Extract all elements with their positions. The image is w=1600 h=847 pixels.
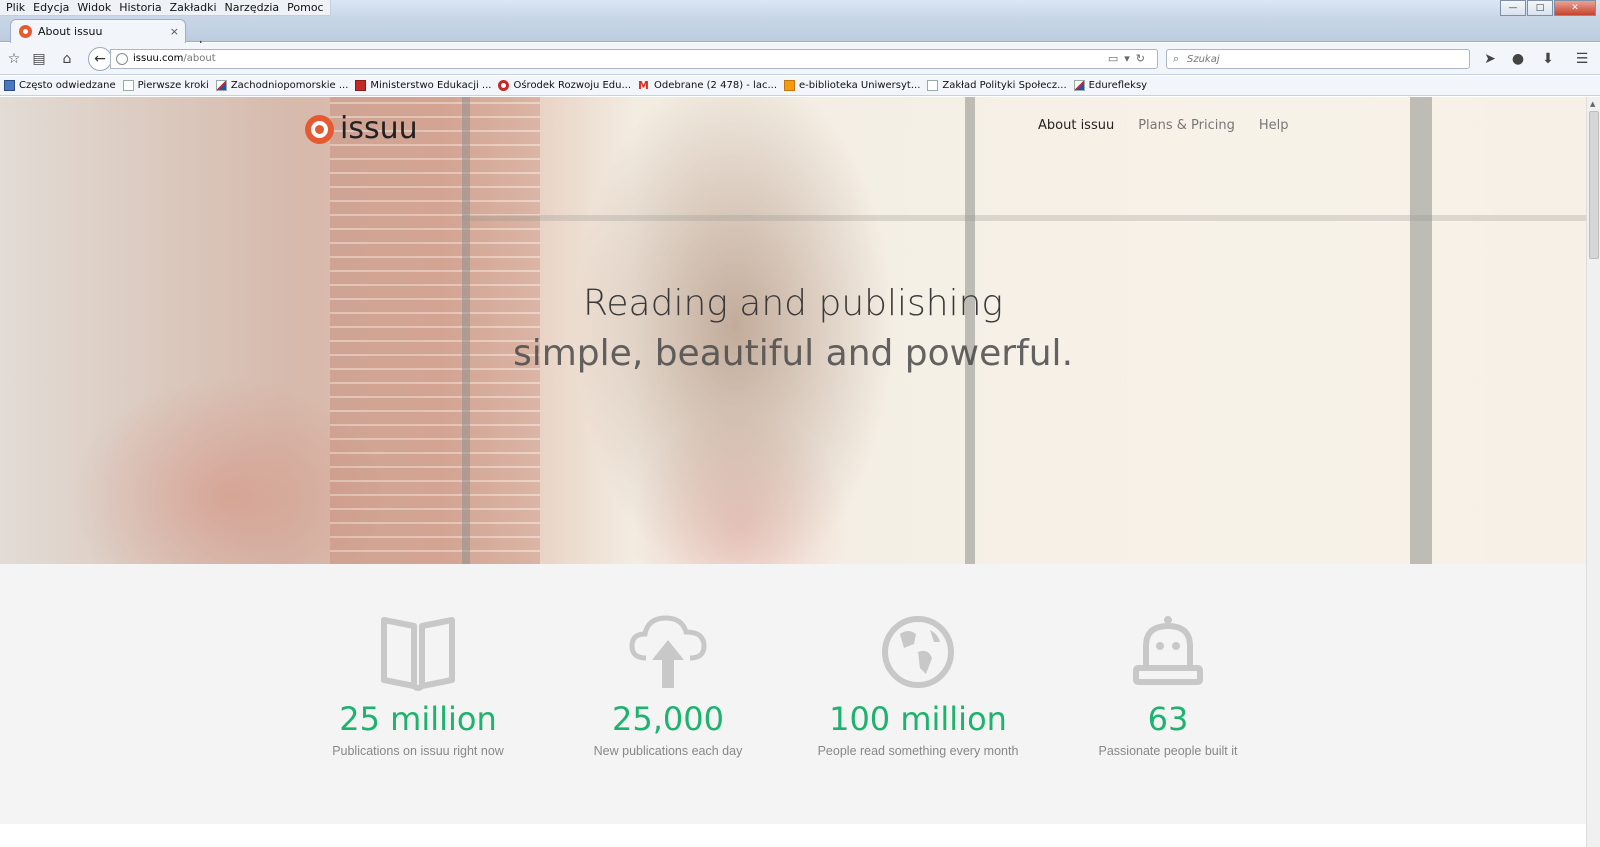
hero-headline: Reading and publishing simple, beautiful…	[0, 279, 1586, 379]
bookmark-label: Ministerstwo Edukacji ...	[370, 80, 492, 91]
menu-bar: Plik Edycja Widok Historia Zakładki Narz…	[0, 0, 331, 16]
menu-narzedzia[interactable]: Narzędzia	[221, 1, 284, 14]
back-arrow-icon: ←	[94, 51, 106, 67]
menu-edycja[interactable]: Edycja	[29, 1, 73, 14]
globe-icon	[882, 616, 954, 688]
globe-icon	[116, 53, 128, 65]
stat-label: Publications on issuu right now	[332, 744, 504, 758]
search-icon: ⌕	[1173, 52, 1180, 65]
clipboard-icon[interactable]: ▤	[29, 49, 49, 69]
tab-strip: About issuu × +	[0, 16, 1600, 55]
url-actions: ▭▾↻	[1108, 52, 1151, 65]
bookmark-label: Często odwiedzane	[19, 80, 116, 91]
stat-label: People read something every month	[817, 744, 1019, 758]
vertical-scrollbar[interactable]: ▲	[1586, 97, 1600, 847]
stats-section: 25 million Publications on issuu right n…	[0, 564, 1586, 824]
url-host: issuu.com	[133, 53, 184, 64]
maximize-button[interactable]: □	[1527, 0, 1553, 16]
send-icon[interactable]: ➤	[1480, 49, 1500, 69]
library-icon	[784, 80, 795, 91]
headline-line2: simple, beautiful and powerful.	[512, 333, 1074, 374]
page-icon	[122, 80, 134, 91]
reload-icon[interactable]: ↻	[1136, 52, 1151, 65]
bookmark-label: Pierwsze kroki	[137, 80, 209, 91]
stat-value: 100 million	[829, 700, 1007, 738]
url-path: /about	[183, 53, 216, 64]
bookmarks-toolbar: Często odwiedzane Pierwsze kroki Zachodn…	[0, 76, 1600, 96]
stat-value: 25,000	[612, 700, 724, 738]
menu-widok[interactable]: Widok	[73, 1, 115, 14]
bookmark-label: Zachodniopomorskie ...	[230, 80, 349, 91]
minimize-button[interactable]: —	[1500, 0, 1526, 16]
nav-plans-pricing[interactable]: Plans & Pricing	[1138, 118, 1235, 133]
scrollbar-thumb[interactable]	[1589, 111, 1599, 259]
target-icon	[498, 80, 510, 91]
bookmark-label: Zakład Polityki Społecz...	[942, 80, 1067, 91]
hamburger-menu-icon[interactable]: ☰	[1572, 49, 1592, 69]
page-icon	[927, 80, 939, 91]
book-icon	[381, 617, 455, 691]
smart-folder-icon	[4, 80, 15, 91]
bookmark-label: Ośrodek Rozwoju Edu...	[513, 80, 632, 91]
bookmark-osrodek-rozwoju[interactable]: Ośrodek Rozwoju Edu...	[498, 80, 631, 91]
bookmark-star-icon[interactable]: ☆	[4, 49, 24, 69]
bookmark-label: Odebrane (2 478) - lac...	[654, 80, 777, 91]
bookmark-edurefleksy[interactable]: Edurefleksy	[1073, 80, 1148, 91]
stat-label: New publications each day	[593, 744, 743, 758]
flag-icon	[1073, 80, 1085, 91]
reader-view-icon[interactable]: ▭	[1108, 52, 1124, 65]
back-button[interactable]: ←	[88, 47, 112, 71]
menu-historia[interactable]: Historia	[115, 1, 165, 14]
navigation-bar: ☆ ▤ ⌂ ← issuu.com/about ▭▾↻ ⌕ ➤ ● ⬇ ☰	[0, 43, 1600, 75]
gmail-icon: M	[638, 79, 649, 92]
nav-help[interactable]: Help	[1259, 118, 1289, 133]
url-text[interactable]: issuu.com/about	[133, 53, 216, 64]
menu-plik[interactable]: Plik	[2, 1, 29, 14]
menu-pomoc[interactable]: Pomoc	[283, 1, 327, 14]
bookmark-odebrane[interactable]: M Odebrane (2 478) - lac...	[638, 80, 777, 91]
download-icon[interactable]: ⬇	[1538, 49, 1558, 69]
bookmark-czesto-odwiedzane[interactable]: Często odwiedzane	[4, 80, 116, 91]
search-input[interactable]	[1187, 52, 1457, 66]
stat-value: 63	[1147, 700, 1189, 738]
chat-icon[interactable]: ●	[1508, 49, 1528, 69]
address-bar[interactable]: issuu.com/about ▭▾↻	[110, 49, 1158, 69]
logo-wordmark: issuu	[340, 111, 418, 146]
emblem-icon	[355, 80, 367, 91]
tab-close-icon[interactable]: ×	[170, 25, 179, 38]
menu-zakladki[interactable]: Zakładki	[166, 1, 221, 14]
bookmark-label: Edurefleksy	[1088, 80, 1148, 91]
stat-label: Passionate people built it	[1098, 744, 1238, 758]
search-box[interactable]: ⌕	[1166, 49, 1470, 69]
window-controls: — □ ✕	[1499, 0, 1596, 16]
issuu-logo[interactable]: issuu	[305, 114, 418, 144]
issuu-favicon-icon	[19, 25, 32, 38]
nav-about-issuu[interactable]: About issuu	[1038, 118, 1114, 133]
robot-icon	[1133, 616, 1203, 685]
issuu-logo-icon	[305, 114, 334, 144]
home-icon[interactable]: ⌂	[57, 49, 77, 69]
window-titlebar: Plik Edycja Widok Historia Zakładki Narz…	[0, 0, 1600, 16]
tab-label: About issuu	[38, 25, 103, 38]
site-nav: About issuu Plans & Pricing Help	[1038, 118, 1313, 133]
page-bottom	[0, 824, 1586, 847]
dropdown-arrow-icon[interactable]: ▾	[1124, 52, 1136, 65]
tab-about-issuu[interactable]: About issuu ×	[10, 19, 186, 43]
bookmark-pierwsze-kroki[interactable]: Pierwsze kroki	[122, 80, 209, 91]
bookmark-e-biblioteka[interactable]: e-biblioteka Uniwersyt...	[784, 80, 920, 91]
bookmark-zachodniopomorskie[interactable]: Zachodniopomorskie ...	[215, 80, 349, 91]
close-window-button[interactable]: ✕	[1554, 0, 1596, 16]
stat-value: 25 million	[339, 700, 497, 738]
bookmark-label: e-biblioteka Uniwersyt...	[799, 80, 921, 91]
bookmark-zaklad-polityki[interactable]: Zakład Polityki Społecz...	[927, 80, 1067, 91]
headline-line1: Reading and publishing	[582, 283, 1003, 324]
bookmark-ministerstwo-edukacji[interactable]: Ministerstwo Edukacji ...	[355, 80, 491, 91]
flag-icon	[215, 80, 227, 91]
page-viewport: issuu About issuu Plans & Pricing Help R…	[0, 97, 1586, 847]
scroll-up-icon[interactable]: ▲	[1590, 100, 1595, 108]
hero-banner: issuu About issuu Plans & Pricing Help R…	[0, 97, 1586, 564]
cloud-upload-icon	[629, 615, 707, 688]
